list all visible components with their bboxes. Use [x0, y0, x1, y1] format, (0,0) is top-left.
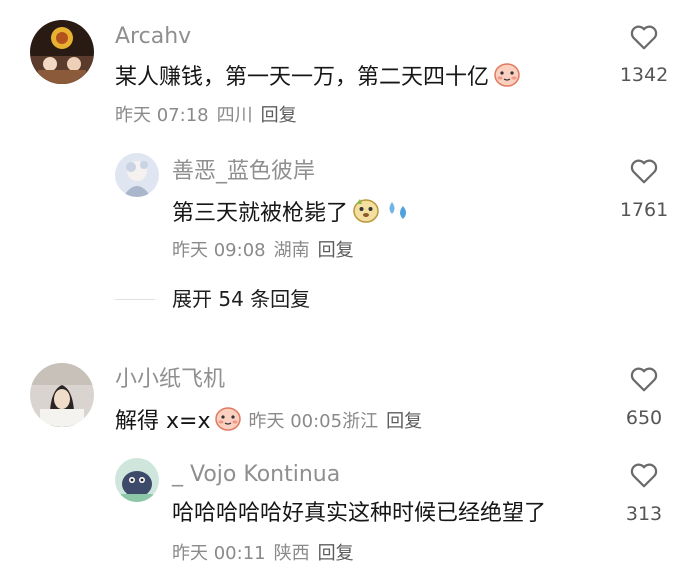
dog-face-emoji — [352, 196, 380, 232]
comment-text: 某人赚钱，第一天一万，第二天四十亿 — [115, 60, 521, 96]
reply-button[interactable]: 回复 — [261, 105, 297, 126]
comment-location: 浙江 — [342, 411, 379, 432]
comment-row: 解得 x=x 昨天 00:05 浙江 回复 — [115, 404, 422, 440]
comment-text-content: 某人赚钱，第一天一万，第二天四十亿 — [115, 65, 490, 90]
like-button[interactable] — [629, 157, 659, 189]
reply-button[interactable]: 回复 — [318, 240, 354, 261]
expand-replies-label: 展开 54 条回复 — [172, 287, 311, 311]
username[interactable]: 善恶_蓝色彼岸 — [172, 159, 315, 185]
expand-replies-button[interactable]: 展开 54 条回复 — [115, 287, 375, 313]
comment-meta: 昨天 00:11 陕西 回复 — [172, 543, 354, 565]
comment-text-content: 第三天就被枪毙了 — [172, 201, 349, 226]
username[interactable]: 小小纸飞机 — [115, 367, 225, 393]
username[interactable]: _ Vojo Kontinua — [172, 462, 340, 488]
comment-time: 昨天 09:08 — [172, 240, 266, 261]
comment-text: 第三天就被枪毙了 — [172, 196, 412, 232]
comment-location: 四川 — [216, 105, 253, 126]
reply-button[interactable]: 回复 — [318, 543, 354, 564]
divider — [115, 299, 155, 300]
comment-meta: 昨天 09:08 湖南 回复 — [172, 240, 354, 262]
like-count: 1761 — [619, 199, 669, 221]
blush-face-emoji — [214, 404, 242, 440]
username[interactable]: Arcahv — [115, 24, 191, 50]
heart-icon — [630, 25, 658, 50]
heart-icon — [630, 367, 658, 392]
comment-meta: 昨天 07:18 四川 回复 — [115, 105, 297, 127]
comment-text: 哈哈哈哈哈好真实这种时候已经绝望了 — [172, 500, 546, 528]
heart-icon — [630, 159, 658, 184]
avatar[interactable] — [30, 363, 94, 427]
like-button[interactable] — [629, 23, 659, 55]
comment-text-content: 解得 x=x — [115, 409, 211, 434]
like-button[interactable] — [629, 365, 659, 397]
comment-location: 湖南 — [273, 240, 310, 261]
avatar[interactable] — [30, 20, 94, 84]
like-count: 313 — [625, 503, 663, 525]
blush-face-emoji — [493, 60, 521, 96]
comment-time: 昨天 00:05 — [248, 411, 343, 432]
like-count: 650 — [625, 407, 663, 429]
avatar[interactable] — [115, 153, 159, 197]
like-button[interactable] — [629, 461, 659, 493]
reply-button[interactable]: 回复 — [386, 411, 422, 433]
comment-time: 昨天 07:18 — [115, 105, 209, 126]
avatar[interactable] — [115, 458, 159, 502]
like-count: 1342 — [619, 64, 669, 86]
comment-location: 陕西 — [273, 543, 310, 564]
sweat-droplets-icon — [384, 196, 412, 232]
comment-text-content: 哈哈哈哈哈好真实这种时候已经绝望了 — [172, 501, 547, 526]
heart-icon — [630, 463, 658, 488]
comment-time: 昨天 00:11 — [172, 543, 266, 564]
